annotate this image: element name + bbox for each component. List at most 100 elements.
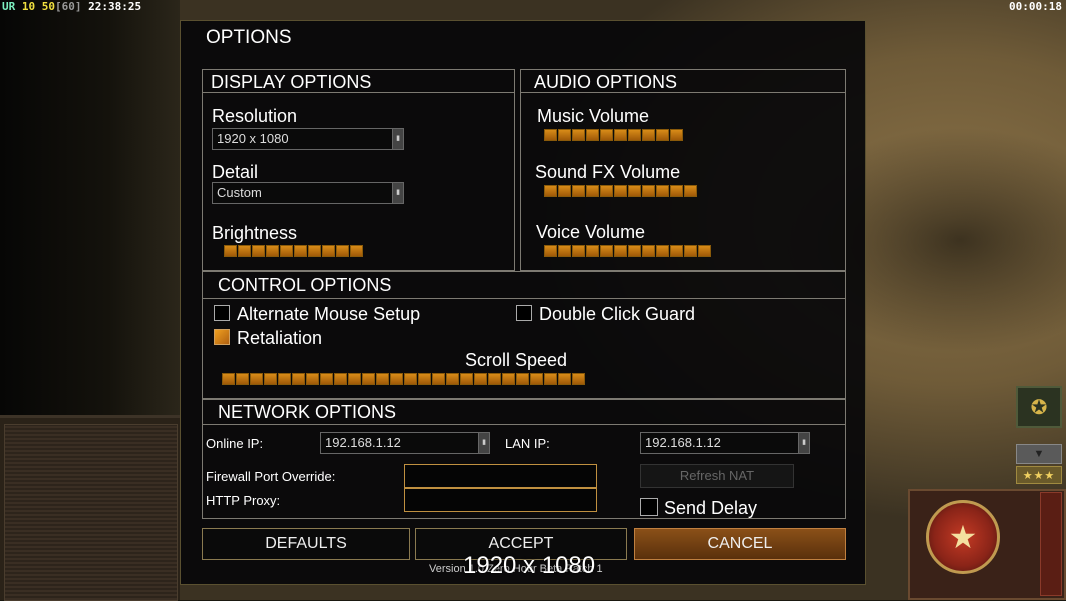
control-options-heading: CONTROL OPTIONS	[218, 275, 392, 295]
slider-segment	[460, 373, 473, 385]
slider-segment	[558, 245, 571, 257]
slider-segment	[266, 245, 279, 257]
slider-segment	[516, 373, 529, 385]
slider-segment	[264, 373, 277, 385]
slider-segment	[684, 185, 697, 197]
scroll-speed-slider[interactable]	[222, 373, 585, 385]
lan-ip-dropdown[interactable]: 192.168.1.12 ▮	[640, 432, 810, 454]
slider-segment	[572, 245, 585, 257]
rank-eagle-icon[interactable]: ✪	[1016, 386, 1062, 428]
slider-segment	[348, 373, 361, 385]
resolution-overlay-text: 1920 x 1080	[463, 552, 596, 579]
sfx-volume-label: Sound FX Volume	[535, 162, 681, 182]
slider-segment	[252, 245, 265, 257]
slider-segment	[558, 373, 571, 385]
scroll-speed-label: Scroll Speed	[465, 350, 568, 370]
defaults-button[interactable]: DEFAULTS	[202, 528, 410, 560]
three-stars-icon[interactable]: ★★★	[1016, 466, 1062, 484]
slider-segment	[558, 185, 571, 197]
slider-segment	[222, 373, 235, 385]
slider-segment	[572, 129, 585, 141]
slider-segment	[432, 373, 445, 385]
dropdown-arrow-icon[interactable]: ▮	[392, 183, 403, 203]
slider-segment	[586, 185, 599, 197]
slider-segment	[544, 245, 557, 257]
resolution-label: Resolution	[212, 106, 298, 126]
slider-segment	[642, 129, 655, 141]
slider-segment	[320, 373, 333, 385]
slider-segment	[530, 373, 543, 385]
retaliation-label: Retaliation	[237, 328, 323, 348]
slider-segment	[474, 373, 487, 385]
send-delay-label: Send Delay	[664, 498, 758, 518]
slider-segment	[586, 245, 599, 257]
slider-segment	[236, 373, 249, 385]
slider-segment	[404, 373, 417, 385]
dialog-title: OPTIONS	[206, 27, 292, 48]
slider-segment	[642, 185, 655, 197]
slider-segment	[600, 185, 613, 197]
slider-segment	[334, 373, 347, 385]
retaliation-checkbox[interactable]	[214, 329, 230, 345]
double-click-guard-checkbox[interactable]	[516, 305, 532, 321]
detail-dropdown[interactable]: Custom ▮	[212, 182, 404, 204]
alternate-mouse-checkbox[interactable]	[214, 305, 230, 321]
sfx-volume-slider[interactable]	[544, 185, 697, 197]
hud-label: UR	[2, 0, 16, 13]
voice-volume-label: Voice Volume	[536, 222, 646, 242]
slider-segment	[336, 245, 349, 257]
slider-segment	[656, 245, 669, 257]
music-volume-slider[interactable]	[544, 129, 683, 141]
http-proxy-label: HTTP Proxy:	[206, 493, 281, 508]
chevron-down-icon[interactable]: ▼	[1016, 444, 1062, 464]
slider-segment	[544, 129, 557, 141]
slider-segment	[684, 245, 697, 257]
slider-segment	[308, 245, 321, 257]
slider-segment	[628, 129, 641, 141]
brightness-slider[interactable]	[224, 245, 363, 257]
faction-star-emblem-icon: ★	[926, 500, 1000, 574]
dropdown-arrow-icon[interactable]: ▮	[392, 129, 403, 149]
firewall-port-input[interactable]	[404, 464, 597, 488]
command-bar-left-panel	[0, 415, 180, 601]
voice-volume-slider[interactable]	[544, 245, 711, 257]
slider-segment	[572, 185, 585, 197]
slider-segment	[586, 129, 599, 141]
slider-segment	[446, 373, 459, 385]
refresh-nat-button[interactable]: Refresh NAT	[640, 464, 794, 488]
lan-ip-value: 192.168.1.12	[645, 435, 721, 450]
send-delay-checkbox[interactable]	[640, 498, 658, 516]
slider-segment	[502, 373, 515, 385]
alternate-mouse-label: Alternate Mouse Setup	[237, 304, 421, 324]
slider-segment	[418, 373, 431, 385]
slider-segment	[628, 185, 641, 197]
double-click-guard-label: Double Click Guard	[539, 304, 696, 324]
hud-clock: 22:38:25	[88, 0, 142, 13]
detail-value: Custom	[217, 185, 262, 200]
slider-segment	[294, 245, 307, 257]
command-bar-left-inner	[4, 424, 178, 601]
slider-segment	[306, 373, 319, 385]
http-proxy-input[interactable]	[404, 488, 597, 512]
detail-label: Detail	[212, 162, 259, 182]
cancel-button[interactable]: CANCEL	[634, 528, 846, 560]
dropdown-arrow-icon[interactable]: ▮	[478, 433, 489, 453]
hud-game-timer: 00:00:18	[1009, 0, 1062, 13]
dropdown-arrow-icon[interactable]: ▮	[798, 433, 809, 453]
slider-segment	[698, 245, 711, 257]
slider-segment	[238, 245, 251, 257]
slider-segment	[488, 373, 501, 385]
online-ip-dropdown[interactable]: 192.168.1.12 ▮	[320, 432, 490, 454]
slider-segment	[362, 373, 375, 385]
online-ip-label: Online IP:	[206, 436, 264, 451]
slider-segment	[600, 129, 613, 141]
slider-segment	[670, 185, 683, 197]
slider-segment	[250, 373, 263, 385]
slider-segment	[544, 373, 557, 385]
resolution-dropdown[interactable]: 1920 x 1080 ▮	[212, 128, 404, 150]
network-options-heading: NETWORK OPTIONS	[218, 402, 397, 422]
brightness-label: Brightness	[212, 223, 298, 243]
hud-value-1: 10	[21, 0, 36, 13]
slider-segment	[656, 129, 669, 141]
slider-segment	[600, 245, 613, 257]
